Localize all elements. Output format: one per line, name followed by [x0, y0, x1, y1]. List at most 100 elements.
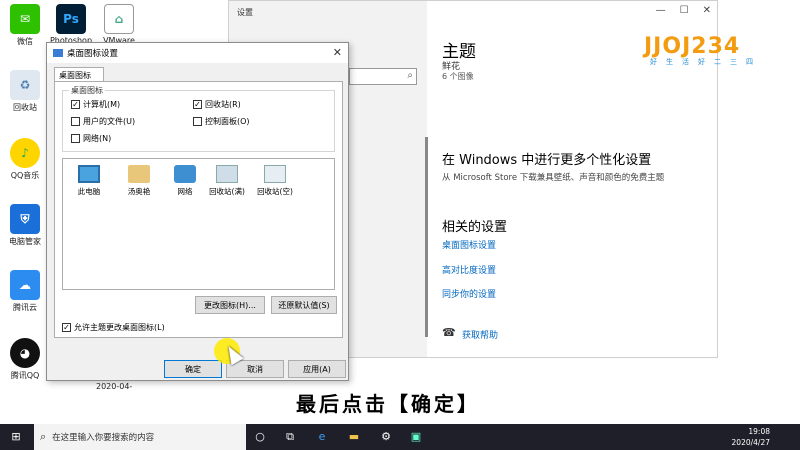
icon-item-label: 回收站(满)	[209, 187, 245, 196]
dialog-title: 桌面图标设置	[67, 49, 119, 59]
edge-icon[interactable]: e	[314, 429, 330, 445]
personalize-description[interactable]: 从 Microsoft Store 下载兼具壁纸、声音和颜色的免费主题	[442, 171, 664, 183]
task-view-icon[interactable]: ⧉	[282, 429, 298, 445]
recycle-bin-empty-icon	[264, 165, 286, 183]
icon-item-label: 此电脑	[77, 187, 101, 196]
user-folder-icon	[128, 165, 150, 183]
photoshop-icon: Ps	[56, 4, 86, 34]
change-icon-button[interactable]: 更改图标(H)...	[195, 296, 265, 314]
pc-manager-icon: ⛨	[10, 204, 40, 234]
icon-item-label: 网络	[177, 187, 193, 196]
icon-preview-list: 此电脑 汤奥艳 网络 回收站(满) 回收站(空)	[62, 158, 335, 290]
logo-text: JJOJ234	[644, 34, 741, 59]
checkbox-box[interactable]: ✓	[193, 100, 202, 109]
desktop-icon-settings-taskbar-icon[interactable]: ▣	[408, 429, 424, 445]
icon-item-this-pc[interactable]: 此电脑	[67, 165, 111, 197]
windows-start-icon[interactable]: ⊞	[8, 429, 24, 445]
brand-logo: JJOJ234 好生活好二三四	[644, 34, 774, 70]
checkbox-label: 计算机(M)	[83, 100, 121, 109]
personalize-heading: 在 Windows 中进行更多个性化设置	[442, 153, 652, 168]
video-caption: 最后点击【确定】	[296, 392, 480, 416]
get-help-link[interactable]: 获取帮助	[462, 328, 498, 341]
cloud-icon: ☁	[10, 270, 40, 300]
group-label: 桌面图标	[69, 85, 105, 96]
dialog-close-icon[interactable]: ✕	[333, 46, 342, 59]
desktop-icon-label: 微信	[17, 37, 33, 46]
icon-item-label: 汤奥艳	[127, 187, 151, 196]
apply-button[interactable]: 应用(A)	[288, 360, 346, 378]
taskbar: ⊞ ⌕ 在这里输入你要搜索的内容 ○ ⧉ e ▬ ⚙ ▣ 19:08 2020/…	[0, 424, 800, 450]
recycle-bin-full-icon	[216, 165, 238, 183]
checkbox-computer[interactable]: ✓ 计算机(M)	[71, 99, 120, 110]
monitor-icon	[78, 165, 100, 183]
settings-gear-icon[interactable]: ⚙	[378, 429, 394, 445]
checkbox-allow-themes[interactable]: ✓ 允许主题更改桌面图标(L)	[62, 322, 165, 333]
restore-default-button[interactable]: 还原默认值(S)	[271, 296, 337, 314]
desktop-date-fragment: 2020-04-	[96, 382, 133, 391]
scrollbar[interactable]	[425, 137, 428, 337]
search-icon: ⌕	[40, 430, 47, 443]
window-title: 设置	[237, 8, 253, 17]
dialog-app-icon	[53, 49, 63, 57]
help-icon: ☎	[442, 326, 456, 339]
qq-music-icon: ♪	[10, 138, 40, 168]
icon-item-recycle-empty[interactable]: 回收站(空)	[253, 165, 297, 197]
desktop-icon-pc-manager[interactable]: ⛨ 电脑管家	[0, 204, 50, 247]
clock-date: 2020/4/27	[731, 438, 770, 447]
link-high-contrast-settings[interactable]: 高对比度设置	[442, 263, 496, 276]
checkbox-box[interactable]	[193, 117, 202, 126]
desktop-icon-label: QQ音乐	[10, 171, 40, 180]
ok-button[interactable]: 确定	[164, 360, 222, 378]
checkbox-user-files[interactable]: 用户的文件(U)	[71, 116, 135, 127]
desktop-icon-label: 回收站	[13, 103, 37, 112]
desktop-icons-group: 桌面图标 ✓ 计算机(M) ✓ 回收站(R) 用户的文件(U) 控制面板(O) …	[62, 85, 335, 152]
link-sync-settings[interactable]: 同步你的设置	[442, 287, 496, 300]
logo-subtitle: 好生活好二三四	[650, 58, 762, 66]
link-desktop-icon-settings[interactable]: 桌面图标设置	[442, 238, 496, 251]
desktop-icon-photoshop[interactable]: Ps Photoshop	[46, 4, 96, 45]
vmware-icon: ⌂	[104, 4, 134, 34]
cortana-icon[interactable]: ○	[252, 429, 268, 445]
checkbox-label: 回收站(R)	[205, 100, 241, 109]
theme-image-count: 6 个图像	[442, 72, 474, 81]
desktop-icon-wechat[interactable]: ✉ 微信	[0, 4, 50, 47]
checkbox-box[interactable]	[71, 134, 80, 143]
icon-item-user[interactable]: 汤奥艳	[117, 165, 161, 197]
wechat-icon: ✉	[10, 4, 40, 34]
file-explorer-icon[interactable]: ▬	[346, 429, 362, 445]
network-icon	[174, 165, 196, 183]
desktop-icon-label: 电脑管家	[9, 237, 41, 246]
desktop-icon-qq-music[interactable]: ♪ QQ音乐	[0, 138, 50, 181]
desktop-icon-vmware[interactable]: ⌂ VMware	[94, 4, 144, 45]
icon-item-recycle-full[interactable]: 回收站(满)	[205, 165, 249, 197]
checkbox-box[interactable]	[71, 117, 80, 126]
checkbox-label: 用户的文件(U)	[83, 117, 136, 126]
checkbox-label: 控制面板(O)	[205, 117, 250, 126]
checkbox-box[interactable]: ✓	[71, 100, 80, 109]
desktop-icon-label: 腾讯QQ	[10, 371, 40, 380]
search-placeholder: 在这里输入你要搜索的内容	[52, 433, 155, 443]
icon-item-network[interactable]: 网络	[163, 165, 207, 197]
desktop-icon-recycle-bin[interactable]: ♻ 回收站	[0, 70, 50, 113]
checkbox-label: 允许主题更改桌面图标(L)	[74, 323, 165, 332]
dialog-titlebar[interactable]: 桌面图标设置	[47, 43, 348, 63]
related-settings-heading: 相关的设置	[442, 220, 508, 235]
checkbox-network[interactable]: 网络(N)	[71, 133, 111, 144]
checkbox-box[interactable]: ✓	[62, 323, 71, 332]
qq-icon: ◕	[10, 338, 40, 368]
clock-time: 19:08	[748, 427, 770, 436]
desktop-icon-settings-dialog: 桌面图标设置 ✕ 桌面图标 桌面图标 ✓ 计算机(M) ✓ 回收站(R) 用户的…	[46, 42, 349, 381]
clock[interactable]: 19:08 2020/4/27	[732, 426, 770, 448]
checkbox-label: 网络(N)	[83, 134, 112, 143]
settings-search-input[interactable]: ⌕	[349, 68, 417, 85]
checkbox-recycle-bin[interactable]: ✓ 回收站(R)	[193, 99, 241, 110]
desktop-icon-cloud[interactable]: ☁ 腾讯云	[0, 270, 50, 313]
desktop-icon-qq[interactable]: ◕ 腾讯QQ	[0, 338, 50, 381]
icon-item-label: 回收站(空)	[257, 187, 293, 196]
tab-desktop-icons[interactable]: 桌面图标	[54, 67, 104, 82]
checkbox-control-panel[interactable]: 控制面板(O)	[193, 116, 250, 127]
tab-panel: 桌面图标 ✓ 计算机(M) ✓ 回收站(R) 用户的文件(U) 控制面板(O) …	[54, 81, 343, 338]
taskbar-search-input[interactable]: ⌕ 在这里输入你要搜索的内容	[34, 424, 246, 450]
search-icon: ⌕	[407, 70, 413, 81]
recycle-bin-icon: ♻	[10, 70, 40, 100]
